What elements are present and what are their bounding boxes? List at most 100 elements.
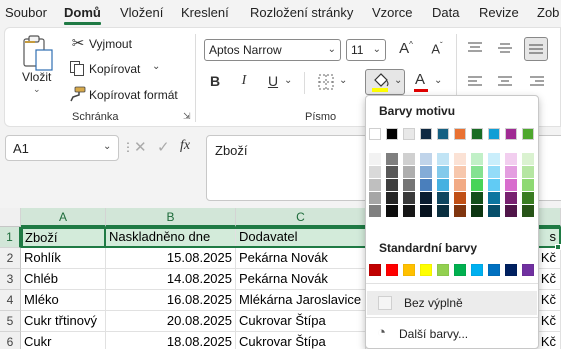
theme-shade-swatch[interactable] [403, 166, 415, 178]
theme-shade-swatch[interactable] [369, 179, 381, 191]
theme-shade-swatch[interactable] [488, 192, 500, 204]
row-header[interactable]: 3 [0, 269, 21, 290]
theme-shade-swatch[interactable] [488, 166, 500, 178]
theme-shade-swatch[interactable] [403, 205, 415, 217]
table-cell[interactable]: 15.08.2025 [106, 248, 236, 269]
theme-shade-swatch[interactable] [454, 179, 466, 191]
theme-shade-swatch[interactable] [454, 153, 466, 165]
font-size-dropdown[interactable]: 11 ⌄ [346, 39, 386, 61]
table-cell[interactable]: Rohlík [21, 248, 106, 269]
theme-shade-swatch[interactable] [471, 166, 483, 178]
table-cell[interactable]: Zboží [21, 227, 106, 248]
standard-color-swatch[interactable] [386, 264, 398, 276]
theme-shade-swatch[interactable] [369, 153, 381, 165]
menu-zobrazeni[interactable]: Zob [537, 5, 559, 20]
theme-shade-swatch[interactable] [369, 166, 381, 178]
table-cell[interactable]: Dodavatel [236, 227, 366, 248]
theme-shade-swatch[interactable] [420, 179, 432, 191]
table-cell[interactable]: 20.08.2025 [106, 311, 236, 332]
align-top-icon[interactable] [467, 41, 483, 55]
theme-shade-swatch[interactable] [403, 153, 415, 165]
theme-color-swatch[interactable] [505, 128, 517, 140]
menu-rozlozeni-stranky[interactable]: Rozložení stránky [250, 5, 353, 20]
column-header-a[interactable]: A [21, 208, 106, 227]
row-header[interactable]: 1 [0, 227, 21, 248]
theme-color-swatch[interactable] [437, 128, 449, 140]
font-color-button[interactable]: A ⌄ [412, 71, 442, 95]
format-painter-icon[interactable] [69, 86, 86, 102]
underline-button[interactable]: U [266, 73, 280, 89]
borders-dropdown-icon[interactable]: ⌄ [339, 75, 347, 86]
theme-shade-swatch[interactable] [454, 205, 466, 217]
theme-shade-swatch[interactable] [471, 153, 483, 165]
theme-shade-swatch[interactable] [437, 179, 449, 191]
theme-shade-swatch[interactable] [437, 192, 449, 204]
theme-color-swatch[interactable] [471, 128, 483, 140]
theme-shade-swatch[interactable] [369, 192, 381, 204]
column-header-c[interactable]: C [236, 208, 366, 227]
standard-color-swatch[interactable] [471, 264, 483, 276]
theme-shade-swatch[interactable] [505, 205, 517, 217]
theme-shade-swatch[interactable] [522, 205, 534, 217]
menu-revize[interactable]: Revize [479, 5, 519, 20]
standard-color-swatch[interactable] [369, 264, 381, 276]
table-cell[interactable]: Mléko [21, 290, 106, 311]
align-left-icon[interactable] [467, 75, 483, 89]
theme-shade-swatch[interactable] [437, 153, 449, 165]
copy-label[interactable]: Kopírovat [89, 62, 140, 76]
table-cell[interactable]: Naskladněno dne [106, 227, 236, 248]
theme-color-swatch[interactable] [454, 128, 466, 140]
theme-shade-swatch[interactable] [471, 179, 483, 191]
theme-shade-swatch[interactable] [420, 153, 432, 165]
standard-color-swatch[interactable] [403, 264, 415, 276]
more-colors-option[interactable]: ◔ Další barvy... [367, 322, 537, 346]
table-cell[interactable]: Cukr [21, 332, 106, 349]
theme-shade-swatch[interactable] [522, 166, 534, 178]
cancel-icon[interactable]: ✕ [134, 138, 147, 156]
more-options-icon[interactable]: ⋮ [122, 140, 134, 154]
theme-shade-swatch[interactable] [420, 192, 432, 204]
theme-color-swatch[interactable] [369, 128, 381, 140]
bold-button[interactable]: B [208, 73, 222, 89]
no-fill-option[interactable]: Bez výplně [367, 291, 537, 315]
theme-shade-swatch[interactable] [471, 192, 483, 204]
theme-color-swatch[interactable] [403, 128, 415, 140]
menu-vlozeni[interactable]: Vložení [120, 5, 163, 20]
menu-vzorce[interactable]: Vzorce [372, 5, 412, 20]
table-cell[interactable]: Cukrovar Štípa [236, 311, 366, 332]
standard-color-swatch[interactable] [437, 264, 449, 276]
scissors-icon[interactable]: ✂ [70, 34, 86, 52]
theme-shade-swatch[interactable] [369, 205, 381, 217]
name-box[interactable]: A1 ⌄ [5, 135, 119, 161]
standard-color-swatch[interactable] [505, 264, 517, 276]
decrease-font-size-icon[interactable]: Aˇ [427, 41, 447, 56]
theme-shade-swatch[interactable] [420, 166, 432, 178]
theme-shade-swatch[interactable] [437, 205, 449, 217]
theme-shade-swatch[interactable] [488, 179, 500, 191]
theme-shade-swatch[interactable] [471, 205, 483, 217]
theme-color-swatch[interactable] [420, 128, 432, 140]
theme-shade-swatch[interactable] [403, 192, 415, 204]
fill-handle[interactable] [555, 244, 561, 250]
table-cell[interactable]: Pekárna Novák [236, 269, 366, 290]
theme-shade-swatch[interactable] [454, 192, 466, 204]
row-header[interactable]: 6 [0, 332, 21, 349]
standard-color-swatch[interactable] [488, 264, 500, 276]
theme-shade-swatch[interactable] [386, 166, 398, 178]
theme-shade-swatch[interactable] [488, 205, 500, 217]
underline-dropdown-icon[interactable]: ⌄ [284, 75, 292, 86]
standard-color-swatch[interactable] [420, 264, 432, 276]
theme-shade-swatch[interactable] [386, 153, 398, 165]
font-name-dropdown[interactable]: Aptos Narrow ⌄ [204, 39, 341, 61]
table-cell[interactable]: 14.08.2025 [106, 269, 236, 290]
theme-color-swatch[interactable] [386, 128, 398, 140]
copy-icon[interactable] [70, 61, 84, 76]
theme-shade-swatch[interactable] [505, 179, 517, 191]
table-cell[interactable]: 18.08.2025 [106, 332, 236, 349]
row-header[interactable]: 4 [0, 290, 21, 311]
enter-icon[interactable]: ✓ [157, 138, 170, 156]
standard-color-swatch[interactable] [522, 264, 534, 276]
theme-shade-swatch[interactable] [522, 153, 534, 165]
theme-color-swatch[interactable] [522, 128, 534, 140]
standard-color-swatch[interactable] [454, 264, 466, 276]
